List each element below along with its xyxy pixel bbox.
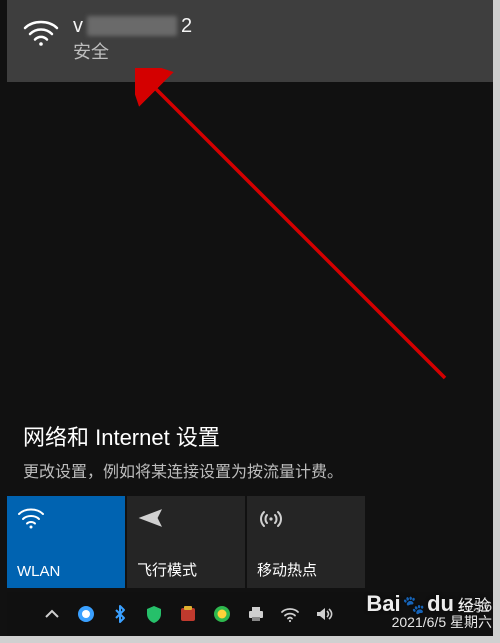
watermark-sub: 经验	[458, 592, 490, 616]
network-flyout-panel: v 2 安全 网络和 Internet 设置 更改设置，例如将某连接设置为按流量…	[7, 0, 493, 636]
wifi-name-prefix: v	[73, 14, 83, 38]
tray-wifi-icon[interactable]	[279, 603, 301, 625]
tray-shield-icon[interactable]	[143, 603, 165, 625]
watermark-brand-left: Bai	[366, 591, 400, 617]
tile-hotspot-label: 移动热点	[257, 559, 355, 580]
tray-browser-icon[interactable]	[75, 603, 97, 625]
tray-360-icon[interactable]	[211, 603, 233, 625]
tile-airplane-label: 飞行模式	[137, 559, 235, 580]
tray-bluetooth-icon[interactable]	[109, 603, 131, 625]
network-settings-section: 网络和 Internet 设置 更改设置，例如将某连接设置为按流量计费。	[7, 420, 493, 482]
wifi-icon	[17, 506, 115, 530]
wifi-name: v 2	[73, 14, 192, 38]
tile-airplane-mode[interactable]: 飞行模式	[127, 496, 245, 588]
tile-mobile-hotspot[interactable]: 移动热点	[247, 496, 365, 588]
tray-printer-icon[interactable]	[245, 603, 267, 625]
wifi-icon	[23, 18, 59, 46]
tray-app-icon[interactable]	[177, 603, 199, 625]
tile-wlan-label: WLAN	[17, 563, 115, 580]
network-settings-link[interactable]: 网络和 Internet 设置	[23, 420, 477, 452]
wifi-name-redacted	[87, 16, 177, 36]
wifi-network-item[interactable]: v 2 安全	[7, 0, 493, 82]
network-list-empty-area	[7, 82, 493, 420]
system-tray	[41, 603, 335, 625]
wifi-text: v 2 安全	[73, 14, 192, 64]
tray-volume-icon[interactable]	[313, 603, 335, 625]
network-settings-subtitle: 更改设置，例如将某连接设置为按流量计费。	[23, 458, 477, 482]
tray-chevron-up-icon[interactable]	[41, 603, 63, 625]
watermark: Bai 🐾 du 经验	[366, 591, 490, 617]
quick-action-tiles: WLAN 飞行模式 移动热点	[7, 496, 493, 588]
wifi-security-label: 安全	[73, 38, 192, 64]
tile-wlan[interactable]: WLAN	[7, 496, 125, 588]
wifi-name-suffix: 2	[181, 14, 192, 38]
airplane-icon	[137, 506, 235, 530]
watermark-brand-right: du	[427, 591, 454, 617]
hotspot-icon	[257, 506, 355, 530]
